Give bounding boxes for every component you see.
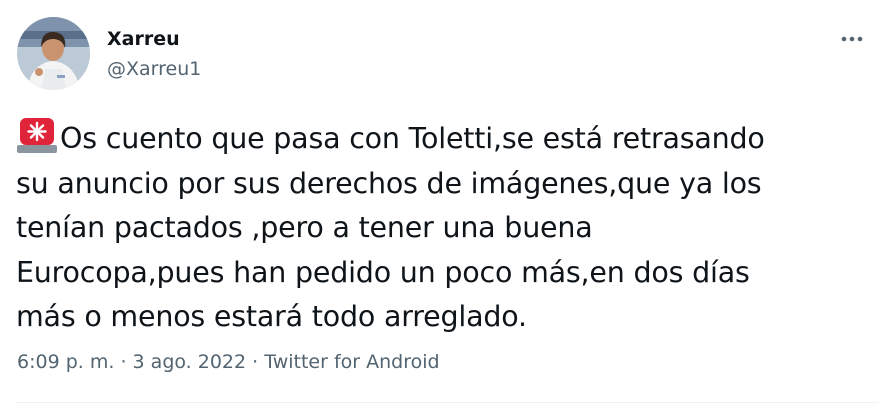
- more-horizontal-icon: [841, 36, 863, 42]
- tweet-source-link[interactable]: Twitter for Android: [264, 351, 439, 373]
- tweet-line: Eurocopa,pues han pedido un poco más,en …: [16, 255, 750, 289]
- author-name[interactable]: Xarreu: [107, 27, 180, 51]
- more-options-button[interactable]: [832, 24, 872, 54]
- tweet-card: Xarreu @Xarreu1 Os cuento que pasa con T…: [0, 0, 886, 408]
- tweet-line: más o menos estará todo arreglado.: [16, 300, 527, 333]
- meta-separator: ·: [120, 351, 127, 373]
- tweet-date[interactable]: 3 ago. 2022: [133, 351, 247, 373]
- tweet-line: Os cuento que pasa con Toletti,se está r…: [16, 116, 872, 162]
- meta-separator: ·: [252, 351, 259, 373]
- tweet-line: tenían pactados ,pero a tener una buena: [16, 211, 593, 244]
- tweet-line: su anuncio por sus derechos de imágenes,…: [16, 166, 762, 200]
- author-handle[interactable]: @Xarreu1: [107, 57, 201, 81]
- tweet-time[interactable]: 6:09 p. m.: [17, 351, 114, 373]
- avatar-image: [17, 17, 90, 90]
- tweet-meta: 6:09 p. m. · 3 ago. 2022 · Twitter for A…: [17, 349, 440, 375]
- avatar[interactable]: [17, 17, 90, 90]
- rotating-light-icon: [17, 118, 57, 153]
- tweet-line-text: Os cuento que pasa con Toletti,se está r…: [60, 122, 765, 155]
- divider: [16, 402, 878, 403]
- tweet-text: Os cuento que pasa con Toletti,se está r…: [16, 116, 872, 340]
